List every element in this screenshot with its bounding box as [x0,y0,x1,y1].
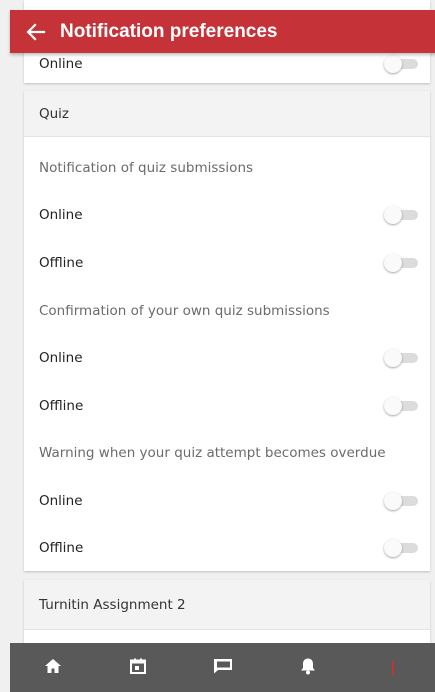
quiz-section-card: Quiz Notification of quiz submissions On… [24,91,430,571]
bell-icon [300,657,316,679]
quiz-submissions-online-toggle[interactable] [384,206,420,224]
group-label-own-quiz-confirmation: Confirmation of your own quiz submission… [24,288,430,334]
offline-label: Offline [39,255,84,271]
overdue-warning-offline-row: Offline [24,525,430,571]
tab-notifications[interactable] [265,643,350,692]
back-arrow-icon[interactable] [14,10,58,53]
tab-calendar[interactable] [95,643,180,692]
quiz-submissions-online-row: Online [24,192,430,238]
group-label-text: Notification of quiz submissions [39,160,254,176]
group-label-text: Confirmation of your own quiz submission… [39,303,330,319]
page-title: Notification preferences [60,20,278,42]
previous-online-toggle[interactable] [384,55,420,73]
messages-icon [213,658,233,678]
online-label: Online [39,207,83,223]
tab-messages[interactable] [180,643,265,692]
section-header-turnitin: Turnitin Assignment 2 [24,580,430,630]
group-label-text: Warning when your quiz attempt becomes o… [39,445,386,461]
section-title-quiz: Quiz [39,105,70,122]
online-label: Online [39,493,83,509]
overdue-warning-online-toggle[interactable] [384,492,420,510]
section-title-turnitin: Turnitin Assignment 2 [39,596,186,613]
preferences-scroll-area[interactable]: Online Quiz Notification of quiz submiss… [0,0,435,643]
own-confirmation-offline-toggle[interactable] [384,397,420,415]
tab-home[interactable] [10,643,95,692]
group-label-quiz-submissions: Notification of quiz submissions [24,145,430,191]
bottom-tab-bar [10,643,435,692]
overdue-warning-online-row: Online [24,478,430,524]
own-confirmation-online-row: Online [24,335,430,381]
own-confirmation-online-toggle[interactable] [384,349,420,367]
app-header: Notification preferences [10,10,435,53]
turnitin-section-card: Turnitin Assignment 2 [24,580,430,643]
tab-more[interactable] [350,643,435,692]
home-icon [44,658,62,678]
group-label-attempt-overdue: Warning when your quiz attempt becomes o… [24,430,430,476]
overdue-warning-offline-toggle[interactable] [384,539,420,557]
own-confirmation-offline-row: Offline [24,383,430,429]
offline-label: Offline [39,540,84,556]
more-icon [391,660,394,675]
online-label: Online [39,350,83,366]
previous-online-label: Online [39,56,83,72]
offline-label: Offline [39,398,84,414]
section-header-quiz: Quiz [24,91,430,137]
quiz-submissions-offline-row: Offline [24,240,430,286]
calendar-icon [129,658,146,678]
quiz-submissions-offline-toggle[interactable] [384,254,420,272]
